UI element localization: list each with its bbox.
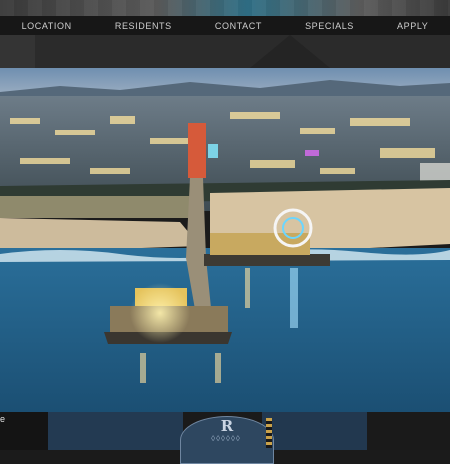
beach-left [0, 218, 200, 253]
parking-lot [0, 196, 190, 218]
header-banner-texture [0, 0, 450, 16]
footer-stripes [266, 418, 272, 448]
nav-specials[interactable]: SPECIALS [305, 21, 354, 31]
hero-photo [0, 68, 450, 412]
amusement-park [210, 233, 310, 255]
roof-peak-graphic [250, 35, 330, 68]
pier-platform [204, 254, 330, 266]
footer-panel-right [262, 412, 367, 450]
footer-panel-left [48, 412, 183, 450]
logo-decoration: ◊◊◊◊◊◊ [211, 434, 241, 443]
hero-band [0, 35, 450, 68]
caption-fragment: e [0, 414, 6, 424]
nav-location[interactable]: LOCATION [22, 21, 72, 31]
hero-band-left [0, 35, 35, 68]
main-nav: LOCATION RESIDENTS CONTACT SPECIALS APPL… [0, 16, 450, 35]
pier-tower [188, 123, 206, 178]
footer-bar: R ◊◊◊◊◊◊ [0, 412, 450, 464]
aerial-pier-city-dusk-icon [0, 68, 450, 412]
nav-apply[interactable]: APPLY [397, 21, 428, 31]
footer-left [0, 412, 48, 450]
nav-residents[interactable]: RESIDENTS [115, 21, 172, 31]
logo-letter: R [220, 417, 234, 435]
nav-contact[interactable]: CONTACT [215, 21, 262, 31]
header-banner [0, 0, 450, 16]
pier-glow [130, 283, 190, 343]
